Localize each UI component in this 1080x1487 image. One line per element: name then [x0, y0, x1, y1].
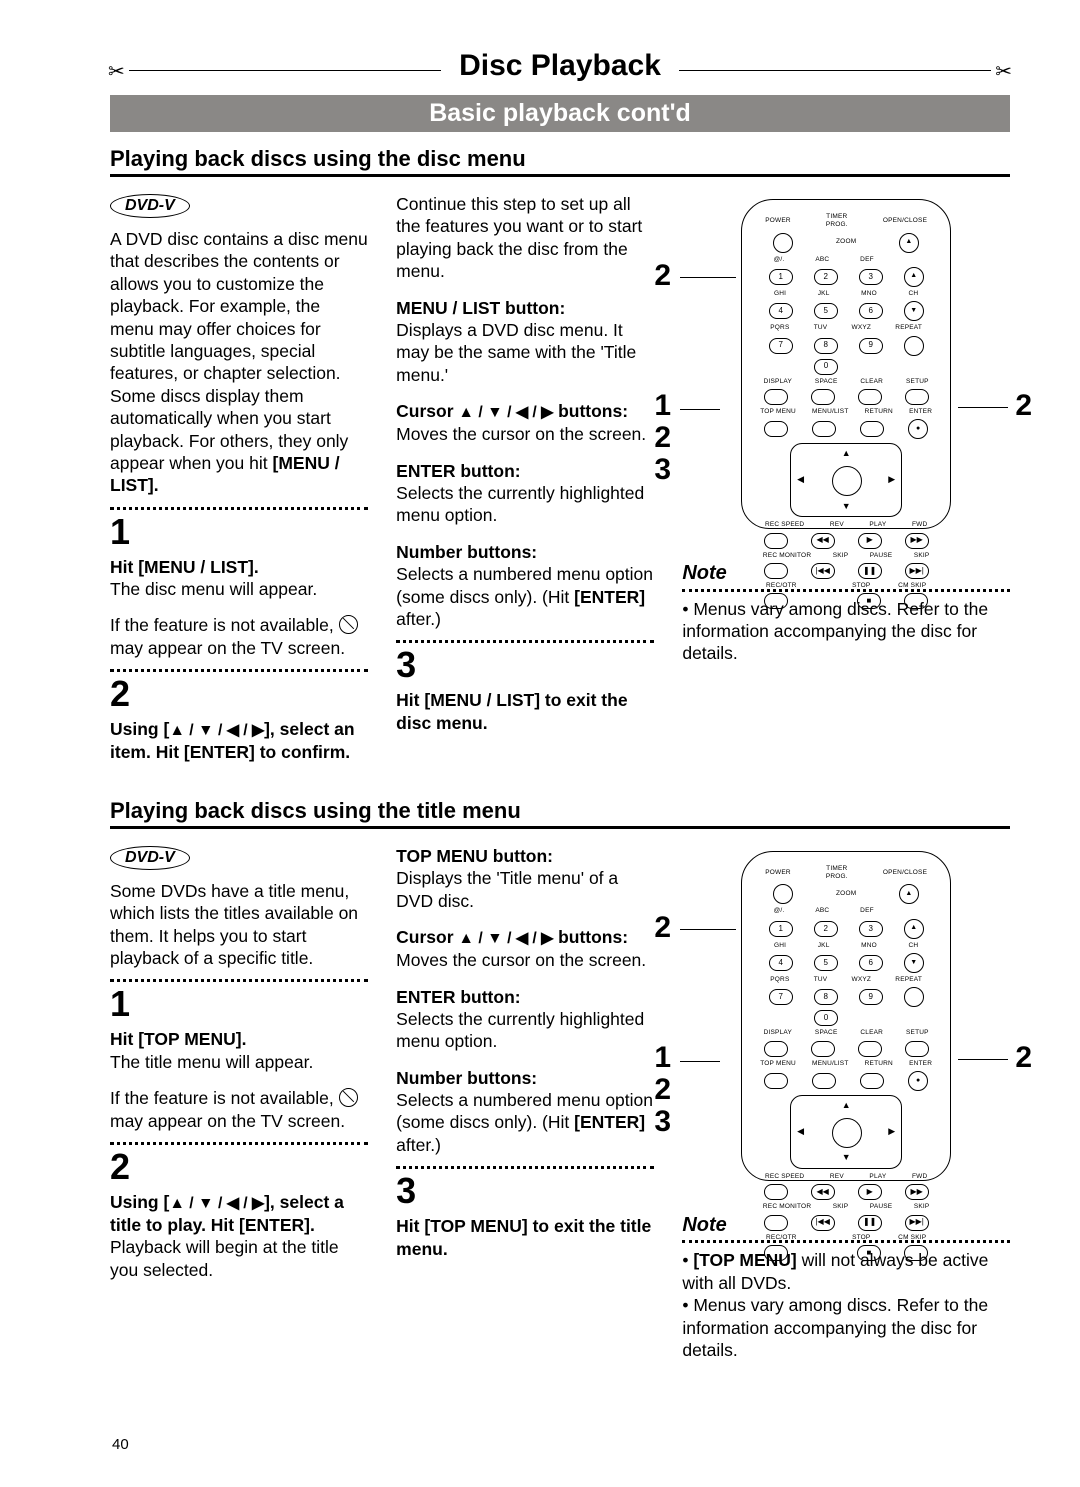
enter-button-h: ENTER button:	[396, 460, 654, 482]
scissor-right-icon: ✂	[991, 59, 1016, 84]
heading-rule	[110, 174, 1010, 177]
dvd-v-badge: DVD-V	[110, 194, 190, 218]
enter-button-h: ENTER button:	[396, 986, 654, 1008]
step-2-num: 2	[110, 1149, 368, 1185]
step-1-na: If the feature is not available, may app…	[110, 1087, 368, 1132]
step-3-instruction: Hit [MENU / LIST] to exit the disc menu.	[396, 689, 654, 734]
step-1-num: 1	[110, 986, 368, 1022]
disc-menu-columns: DVD-V A DVD disc contains a disc menu th…	[110, 193, 1010, 764]
title-menu-heading: Playing back discs using the title menu	[110, 798, 1010, 824]
remote-diagram: POWER TIMER PROG. OPEN/CLOSE ZOOM ▲ @/.A…	[741, 199, 951, 529]
dots-divider	[110, 507, 368, 510]
title-menu-col1: DVD-V Some DVDs have a title menu, which…	[110, 845, 368, 1362]
heading-rule	[110, 826, 1010, 829]
callout-3: 3	[654, 453, 671, 486]
step-3-num: 3	[396, 647, 654, 683]
step-2-instruction: Using [▲ / ▼ / ◀ / ▶], select an item. H…	[110, 718, 368, 764]
callout-2: 2	[654, 911, 671, 944]
scissor-left-icon: ✂	[104, 59, 129, 84]
dots-divider	[396, 640, 654, 643]
number-buttons-t: Selects a numbered menu option (some dis…	[396, 563, 654, 630]
power-button	[773, 233, 793, 253]
callout-2r: 2	[1015, 1041, 1032, 1074]
number-buttons-h: Number buttons:	[396, 541, 654, 563]
callout-1: 1	[654, 389, 671, 422]
cursor-buttons-h: Cursor ▲ / ▼ / ◀ / ▶ buttons:	[396, 926, 654, 949]
chapter-banner: ✂ ✂ Disc Playback	[110, 70, 1010, 105]
step-2-result: Continue this step to set up all the fea…	[396, 193, 654, 283]
dvd-v-badge: DVD-V	[110, 846, 190, 870]
callout-2r: 2	[1015, 389, 1032, 422]
title-menu-col2: TOP MENU button: Displays the 'Title men…	[396, 845, 654, 1362]
step-1-result: The disc menu will appear.	[110, 578, 368, 600]
step-1-instruction: Hit [TOP MENU].	[110, 1028, 368, 1050]
callout-2b: 2	[654, 1073, 671, 1106]
enter-button-t: Selects the currently highlighted menu o…	[396, 482, 654, 527]
menu-list-button-h: MENU / LIST button:	[396, 297, 654, 319]
disc-menu-col1: DVD-V A DVD disc contains a disc menu th…	[110, 193, 368, 764]
note-text-2: • Menus vary among discs. Refer to the i…	[682, 1294, 1010, 1361]
number-pad: @/.ABCDEF 123▲ GHIJKLMNOCH 456▼ PQRSTUVW…	[758, 256, 934, 375]
title-menu-columns: DVD-V Some DVDs have a title menu, which…	[110, 845, 1010, 1362]
open-close-button: ▲	[899, 884, 919, 904]
power-button	[773, 884, 793, 904]
title-menu-col3: 2 1 2 3 2 POWER TIMER PROG. OPEN/CLOSE	[682, 845, 1010, 1362]
callout-1: 1	[654, 1041, 671, 1074]
step-2-instruction: Using [▲ / ▼ / ◀ / ▶], select a title to…	[110, 1191, 368, 1237]
step-2-result: Playback will begin at the title you sel…	[110, 1236, 368, 1281]
top-menu-button-h: TOP MENU button:	[396, 845, 654, 867]
chapter-title: Disc Playback	[441, 49, 679, 83]
not-available-icon	[339, 615, 358, 634]
step-1-result: The title menu will appear.	[110, 1051, 368, 1073]
disc-menu-intro: A DVD disc contains a disc menu that des…	[110, 228, 368, 497]
callout-3: 3	[654, 1105, 671, 1138]
number-pad: @/.ABCDEF 123▲ GHIJKLMNOCH 456▼ PQRSTUVW…	[758, 907, 934, 1026]
title-menu-intro: Some DVDs have a title menu, which lists…	[110, 880, 368, 970]
dpad: ▲▼◀▶	[790, 1095, 902, 1169]
number-buttons-h: Number buttons:	[396, 1067, 654, 1089]
callout-2: 2	[654, 259, 671, 292]
cursor-buttons-t: Moves the cursor on the screen.	[396, 423, 654, 445]
cursor-buttons-h: Cursor ▲ / ▼ / ◀ / ▶ buttons:	[396, 400, 654, 423]
menu-list-button-t: Displays a DVD disc menu. It may be the …	[396, 319, 654, 386]
step-3-num: 3	[396, 1173, 654, 1209]
disc-menu-heading: Playing back discs using the disc menu	[110, 146, 1010, 172]
top-menu-button-t: Displays the 'Title menu' of a DVD disc.	[396, 867, 654, 912]
callout-2b: 2	[654, 421, 671, 454]
disc-menu-col3: 2 1 2 3 2 POWER TIMER PROG. OPEN/CLOSE	[682, 193, 1010, 764]
open-close-button: ▲	[899, 233, 919, 253]
step-1-num: 1	[110, 514, 368, 550]
number-buttons-t: Selects a numbered menu option (some dis…	[396, 1089, 654, 1156]
step-3-instruction: Hit [TOP MENU] to exit the title menu.	[396, 1215, 654, 1260]
step-1-instruction: Hit [MENU / LIST].	[110, 556, 368, 578]
dots-divider	[110, 669, 368, 672]
cursor-buttons-t: Moves the cursor on the screen.	[396, 949, 654, 971]
remote-diagram: POWER TIMER PROG. OPEN/CLOSE ZOOM ▲ @/.A…	[741, 851, 951, 1181]
dots-divider	[396, 1166, 654, 1169]
step-2-num: 2	[110, 676, 368, 712]
not-available-icon	[339, 1088, 358, 1107]
step-1-na: If the feature is not available, may app…	[110, 614, 368, 659]
page-number: 40	[112, 1436, 129, 1453]
enter-button-t: Selects the currently highlighted menu o…	[396, 1008, 654, 1053]
disc-menu-col2: Continue this step to set up all the fea…	[396, 193, 654, 764]
dpad: ▲▼◀▶	[790, 443, 902, 517]
dots-divider	[110, 1142, 368, 1145]
dots-divider	[110, 979, 368, 982]
